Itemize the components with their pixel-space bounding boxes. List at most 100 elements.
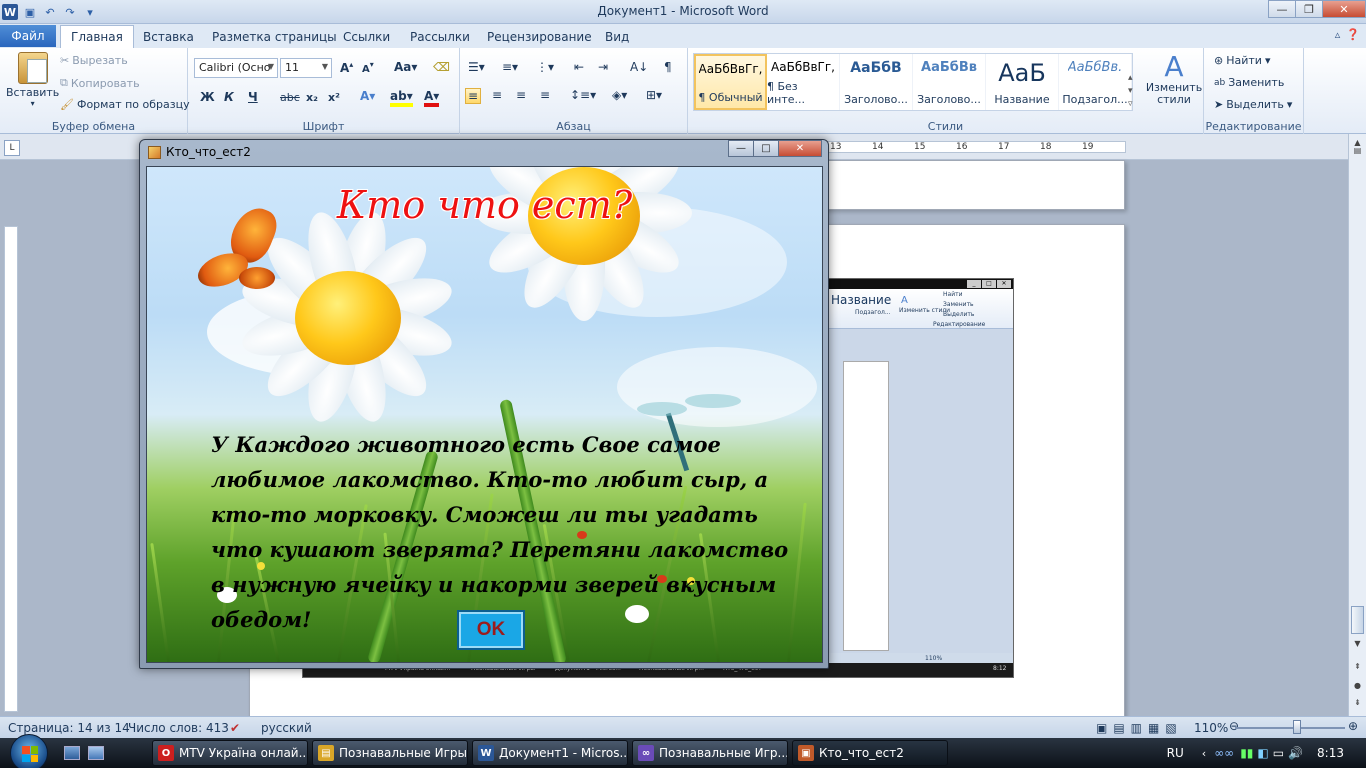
tab-mailings[interactable]: Рассылки xyxy=(400,27,480,47)
browse-object-icon[interactable]: ● xyxy=(1351,681,1364,694)
superscript-button[interactable]: x² xyxy=(328,91,340,104)
tab-references[interactable]: Ссылки xyxy=(333,27,400,47)
tab-view[interactable]: Вид xyxy=(595,27,639,47)
select-button[interactable]: ➤ Выделить ▾ xyxy=(1214,98,1292,111)
decrease-indent-icon[interactable]: ⇤ xyxy=(574,60,584,74)
strikethrough-button[interactable]: abc xyxy=(280,91,300,104)
clear-formatting-button[interactable]: ⌫ xyxy=(433,60,450,74)
ok-button[interactable]: OK xyxy=(457,610,525,650)
taskbar-item-folder[interactable]: ▤ Познавальные Игры xyxy=(312,740,468,766)
word-count[interactable]: Число слов: 413 xyxy=(128,721,229,735)
scroll-down-icon[interactable]: ▼ xyxy=(1351,639,1364,652)
taskbar-item-word[interactable]: W Документ1 - Micros... xyxy=(472,740,628,766)
proofing-icon[interactable]: ✔ xyxy=(230,721,240,735)
show-marks-icon[interactable]: ¶ xyxy=(664,60,672,74)
bullets-icon[interactable]: ☰▾ xyxy=(468,60,485,74)
font-size-select[interactable]: 11 ▼ xyxy=(280,58,332,78)
shrink-font-button[interactable]: A▾ xyxy=(362,60,374,75)
dialog-maximize-button[interactable]: □ xyxy=(753,140,779,157)
editing-group-label: Редактирование xyxy=(1205,120,1302,133)
underline-button[interactable]: Ч xyxy=(248,90,258,104)
font-color-icon[interactable]: A▾ xyxy=(424,89,440,107)
taskbar-item-browser[interactable]: O MTV Україна онлай... xyxy=(152,740,308,766)
switch-windows-icon[interactable] xyxy=(88,746,104,760)
clipboard-group: Вставить ▾ ✂ Вырезать ⧉ Копировать 🖌 Формат… xyxy=(0,48,190,134)
increase-indent-icon[interactable]: ⇥ xyxy=(598,60,608,74)
align-center-icon[interactable]: ≡ xyxy=(492,88,502,102)
scroll-up-icon[interactable]: ▲ xyxy=(1351,138,1364,151)
zoom-slider[interactable] xyxy=(1235,727,1345,729)
ruler-number: 18 xyxy=(1040,142,1052,152)
numbering-icon[interactable]: ≡▾ xyxy=(502,60,518,74)
format-painter-button[interactable]: 🖌 Формат по образцу xyxy=(60,98,190,111)
sort-icon[interactable]: A↓ xyxy=(630,60,648,74)
find-button[interactable]: ⊛ Найти ▾ xyxy=(1214,54,1270,67)
style-title[interactable]: АаБ Название xyxy=(986,54,1059,110)
tab-home[interactable]: Главная xyxy=(60,25,134,48)
scroll-thumb[interactable] xyxy=(1351,606,1364,634)
copy-button[interactable]: ⧉ Копировать xyxy=(60,76,140,90)
battery-icon[interactable]: ▭ xyxy=(1273,746,1284,760)
style-subtitle[interactable]: АаБбВв. Подзагол... xyxy=(1059,54,1132,110)
maximize-button[interactable]: ❐ xyxy=(1295,0,1323,18)
dialog-minimize-button[interactable]: — xyxy=(728,140,754,157)
view-buttons[interactable]: ▣▤▥▦▧ xyxy=(1096,721,1183,735)
align-right-icon[interactable]: ≡ xyxy=(516,88,526,102)
zoom-in-icon[interactable]: ⊕ xyxy=(1348,719,1358,733)
grow-font-button[interactable]: A▴ xyxy=(340,60,353,75)
replace-button[interactable]: ab Заменить xyxy=(1214,76,1284,89)
safely-remove-icon[interactable]: ◧ xyxy=(1257,746,1268,760)
highlight-icon[interactable]: ab▾ xyxy=(390,89,413,107)
vertical-scrollbar[interactable]: ▤ ▲ ▼ ⇞ ● ⇟ xyxy=(1348,134,1366,716)
paste-button[interactable]: Вставить ▾ xyxy=(6,52,59,108)
tab-review[interactable]: Рецензирование xyxy=(477,27,602,47)
align-left-icon[interactable]: ≡ xyxy=(465,88,482,104)
previous-page-icon[interactable]: ⇞ xyxy=(1351,662,1364,675)
next-page-icon[interactable]: ⇟ xyxy=(1351,698,1364,711)
minimize-button[interactable]: — xyxy=(1268,0,1296,18)
style-no-spacing[interactable]: АаБбВвГг, ¶ Без инте... xyxy=(767,54,840,110)
system-tray: RU ‹ ∞∞ ▮▮ ◧ ▭ 🔊 8:13 xyxy=(1167,738,1366,768)
style-heading-2[interactable]: АаБбВв Заголово... xyxy=(913,54,986,110)
tab-stop-selector[interactable]: L xyxy=(4,140,20,156)
justify-icon[interactable]: ≡ xyxy=(540,88,550,102)
change-styles-button[interactable]: A Изменить стили xyxy=(1144,52,1204,106)
style-heading-1[interactable]: АаБбВ Заголово... xyxy=(840,54,913,110)
line-spacing-icon[interactable]: ↕≡▾ xyxy=(570,88,596,102)
language-indicator[interactable]: русский xyxy=(261,721,312,735)
taskbar-item-games[interactable]: ∞ Познавальные Игр... xyxy=(632,740,788,766)
bold-button[interactable]: Ж xyxy=(200,90,215,104)
shading-icon[interactable]: ◈▾ xyxy=(612,88,627,102)
subscript-button[interactable]: x₂ xyxy=(306,91,318,104)
tray-app-icon[interactable]: ∞∞ xyxy=(1214,746,1234,760)
zoom-out-icon[interactable]: ⊖ xyxy=(1229,719,1239,733)
font-family-select[interactable]: Calibri (Осно ▼ xyxy=(194,58,278,78)
cut-button[interactable]: ✂ Вырезать xyxy=(60,54,128,67)
multilevel-list-icon[interactable]: ⋮▾ xyxy=(536,60,554,74)
minimize-ribbon-icon[interactable]: ▵ xyxy=(1335,28,1341,41)
style-normal[interactable]: АаБбВвГг, ¶ Обычный xyxy=(694,54,767,110)
tab-page-layout[interactable]: Разметка страницы xyxy=(202,27,347,47)
help-icon[interactable]: ❓ xyxy=(1346,28,1360,41)
change-case-button[interactable]: Аа▾ xyxy=(394,60,417,74)
tab-insert[interactable]: Вставка xyxy=(133,27,204,47)
zoom-level[interactable]: 110% xyxy=(1194,721,1228,735)
italic-button[interactable]: К xyxy=(224,90,234,104)
styles-scroll-icon[interactable]: ▴ ▾ ▿ xyxy=(1128,72,1140,112)
tray-expand-icon[interactable]: ‹ xyxy=(1202,747,1206,760)
page-count[interactable]: Страница: 14 из 14 xyxy=(8,721,130,735)
dialog-close-button[interactable]: ✕ xyxy=(778,140,822,157)
show-desktop-icon[interactable] xyxy=(64,746,80,760)
start-button[interactable] xyxy=(10,734,48,768)
volume-icon[interactable]: 🔊 xyxy=(1288,746,1303,760)
network-icon[interactable]: ▮▮ xyxy=(1240,746,1253,760)
language-bar[interactable]: RU xyxy=(1167,746,1184,760)
close-button[interactable]: ✕ xyxy=(1322,0,1366,18)
clock[interactable]: 8:13 xyxy=(1317,746,1344,760)
text-effects-icon[interactable]: A▾ xyxy=(360,89,375,103)
taskbar-item-dialog[interactable]: ▣ Кто_что_ест2 xyxy=(792,740,948,766)
tab-file[interactable]: Файл xyxy=(0,25,56,47)
borders-icon[interactable]: ⊞▾ xyxy=(646,88,662,102)
zoom-slider-knob[interactable] xyxy=(1293,720,1301,734)
editing-group: ⊛ Найти ▾ ab Заменить ➤ Выделить ▾ Редактиров… xyxy=(1204,48,1304,134)
